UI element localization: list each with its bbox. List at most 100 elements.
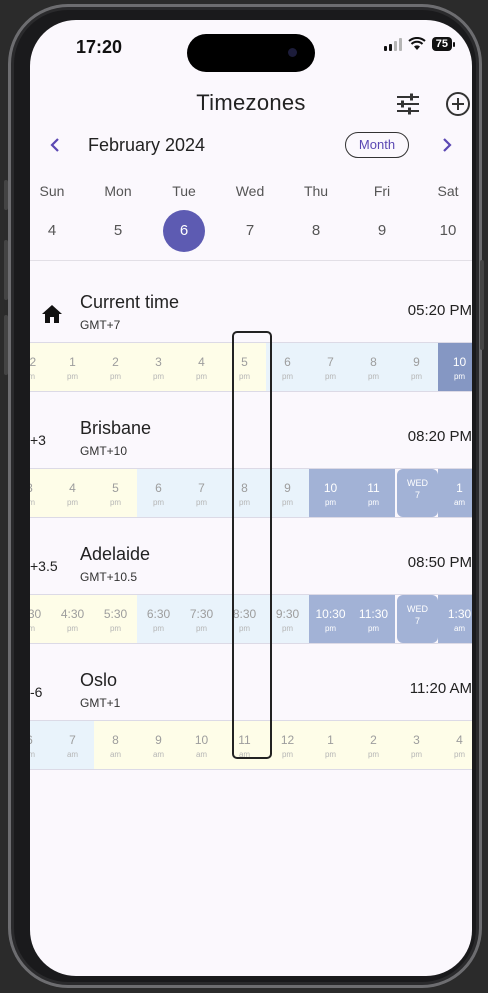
add-timezone-button[interactable] — [442, 88, 472, 120]
hour-cell[interactable]: 1 am — [438, 469, 472, 517]
day-fri[interactable]: Fri 9 — [357, 180, 407, 252]
hour-value: 3 — [30, 481, 51, 495]
timezone-name: Adelaide — [80, 544, 151, 564]
hour-cell[interactable]: 7 am — [51, 721, 94, 769]
next-month-button[interactable] — [440, 134, 454, 162]
day-marker-cell[interactable]: WED 7 — [397, 595, 438, 643]
hour-value: 2 — [112, 355, 119, 369]
view-mode-chip[interactable]: Month — [345, 132, 409, 158]
timezone-row[interactable]: -6OsloGMT+111:20 AM6am7am8am9am10am11am1… — [30, 656, 472, 770]
hour-cell[interactable]: 10 pm — [309, 469, 352, 517]
hour-value: 8 — [112, 733, 119, 747]
hour-cell[interactable]: 6 pm — [137, 469, 180, 517]
status-bar: 17:20 75 — [30, 20, 472, 72]
hour-cell[interactable]: 6:30 pm — [137, 595, 180, 643]
hour-strip[interactable]: 12 pm 1 pm 2 pm 3 pm 4 pm 5 pm 6 pm 7 pm 8 pm 9 pm 10 pm — [30, 342, 472, 392]
hour-cell[interactable]: 1 pm — [51, 343, 94, 391]
hour-cell[interactable]: 5:30 pm — [94, 595, 137, 643]
hour-cell[interactable]: 4:30 pm — [51, 595, 94, 643]
hour-cell[interactable]: 2 pm — [94, 343, 137, 391]
day-mon[interactable]: Mon 5 — [93, 180, 143, 252]
meridiem-label: pm — [281, 750, 294, 759]
hour-cell[interactable]: 10 am — [180, 721, 223, 769]
timezone-name: Oslo — [80, 670, 118, 690]
hour-cell[interactable]: 9 pm — [395, 343, 438, 391]
hour-cell[interactable]: 8 pm — [352, 343, 395, 391]
hour-strip[interactable]: 3 pm 4 pm 5 pm 6 pm 7 pm 8 pm 9 pm 10 pm 11 pm WED 7 1 am — [30, 468, 472, 518]
meridiem-label: pm — [152, 624, 165, 633]
day-name: Wed — [235, 183, 265, 199]
day-name: Tue — [172, 183, 196, 199]
timezone-row[interactable]: Current time GMT+7 05:20 PM 12 pm 1 pm 2 pm 3 pm 4 p… — [30, 278, 472, 392]
hour-cell[interactable]: 6 am — [30, 721, 51, 769]
hour-cell[interactable]: 1 pm — [309, 721, 352, 769]
hour-cell[interactable]: 9 pm — [266, 469, 309, 517]
hour-cell[interactable]: 8:30 pm — [223, 595, 266, 643]
hour-strip[interactable]: 6 am 7 am 8 am 9 am 10 am 11 am 12 pm 1 pm 2 pm 3 pm 4 pm — [30, 720, 472, 770]
hour-cell[interactable]: 10 pm — [438, 343, 472, 391]
mute-switch — [4, 180, 8, 210]
day-tue[interactable]: Tue 6 — [159, 180, 209, 252]
day-wed[interactable]: Wed 7 — [225, 180, 275, 252]
hour-cell[interactable]: 6 pm — [266, 343, 309, 391]
hour-cell[interactable]: 4 pm — [438, 721, 472, 769]
day-marker-cell[interactable]: WED 7 — [397, 469, 438, 517]
meridiem-label: pm — [30, 372, 51, 381]
hour-cell[interactable]: 5 pm — [94, 469, 137, 517]
hour-cell[interactable]: 11:30 pm — [352, 595, 395, 643]
timezone-row[interactable]: +3BrisbaneGMT+1008:20 PM3pm4pm5pm6pm7pm8… — [30, 404, 472, 518]
hour-cell[interactable]: 3 pm — [395, 721, 438, 769]
hour-cell[interactable]: 11 am — [223, 721, 266, 769]
hour-cell[interactable]: 3:30 pm — [30, 595, 51, 643]
hour-value: 10 — [323, 481, 338, 495]
day-sun[interactable]: Sun 4 — [30, 180, 77, 252]
hour-value: 12 — [280, 733, 295, 747]
meridiem-label: 7 — [414, 490, 420, 500]
home-icon — [41, 304, 63, 329]
hour-cell[interactable]: 7:30 pm — [180, 595, 223, 643]
hour-value: WED — [407, 478, 428, 488]
signal-icon — [383, 37, 402, 51]
day-sat[interactable]: Sat 10 — [423, 180, 472, 252]
hour-cell[interactable]: 8 pm — [223, 469, 266, 517]
hour-value: 5 — [112, 481, 119, 495]
hour-cell[interactable]: 1:30 am — [438, 595, 472, 643]
hour-cell[interactable]: 12 pm — [266, 721, 309, 769]
hour-value: 6 — [284, 355, 291, 369]
hour-value: 3:30 — [30, 607, 42, 621]
hour-cell[interactable]: 10:30 pm — [309, 595, 352, 643]
meridiem-label: pm — [66, 624, 79, 633]
hour-cell[interactable]: 3 pm — [30, 469, 51, 517]
hour-cell[interactable]: 9 am — [137, 721, 180, 769]
hour-cell[interactable]: 5 pm — [223, 343, 266, 391]
hour-value: 3 — [155, 355, 162, 369]
divider — [30, 260, 472, 261]
hour-value: 8 — [370, 355, 377, 369]
hour-value: 7 — [69, 733, 76, 747]
timezone-row[interactable]: +3.5 Adelaide GMT+10.5 08:50 PM 3:30 pm 4:30 pm… — [30, 530, 472, 644]
hour-cell[interactable]: 7 pm — [309, 343, 352, 391]
filter-button[interactable] — [392, 88, 424, 120]
meridiem-label: pm — [324, 372, 337, 381]
day-thu[interactable]: Thu 8 — [291, 180, 341, 252]
hour-cell[interactable]: 11 pm — [352, 469, 395, 517]
hour-value: 11 — [238, 733, 251, 747]
month-label: February 2024 — [88, 135, 206, 155]
hour-cell[interactable]: 4 pm — [51, 469, 94, 517]
hour-cell[interactable]: 7 pm — [180, 469, 223, 517]
meridiem-label: pm — [453, 750, 466, 759]
meridiem-label: am — [453, 624, 466, 633]
previous-month-button[interactable] — [48, 134, 62, 162]
week-strip: Sun 4 Mon 5 Tue 6 Wed 7 Thu 8 Fri 9 Sat 10 — [30, 180, 472, 252]
hour-cell[interactable]: 2 pm — [352, 721, 395, 769]
meridiem-label: pm — [453, 372, 466, 381]
hour-cell[interactable]: 3 pm — [137, 343, 180, 391]
hour-cell[interactable]: 9:30 pm — [266, 595, 309, 643]
hour-value: 9:30 — [275, 607, 300, 621]
day-number: 8 — [311, 222, 321, 239]
hour-cell[interactable]: 12 pm — [30, 343, 51, 391]
hour-strip[interactable]: 3:30pm4:30pm5:30pm6:30pm7:30pm8:30pm9:30… — [30, 594, 472, 644]
meridiem-label: pm — [281, 624, 294, 633]
hour-cell[interactable]: 4 pm — [180, 343, 223, 391]
hour-cell[interactable]: 8 am — [94, 721, 137, 769]
